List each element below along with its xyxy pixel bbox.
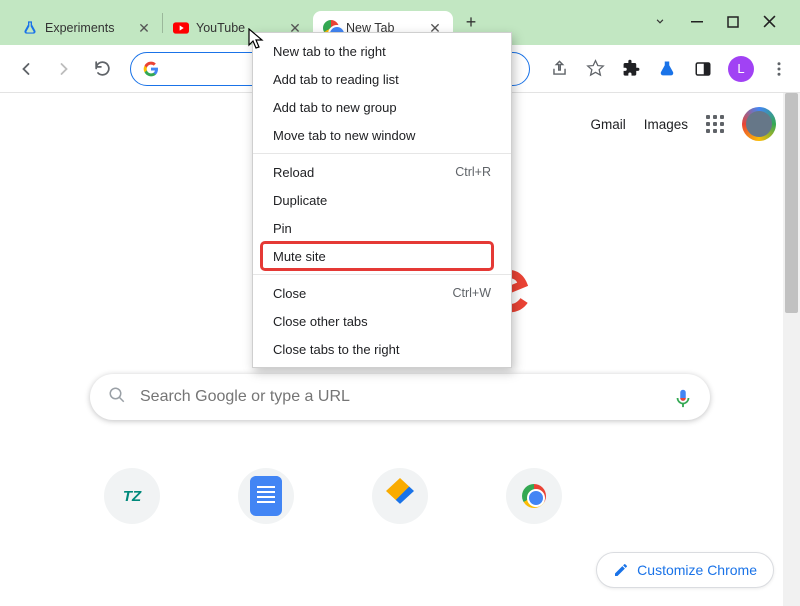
context-menu-item[interactable]: Close other tabs [253, 307, 511, 335]
youtube-icon [173, 20, 189, 36]
toolbar-actions: L [548, 56, 790, 82]
apps-grid-icon[interactable] [706, 115, 724, 133]
context-menu-label: Close other tabs [273, 314, 368, 329]
shortcut-tile[interactable] [238, 468, 294, 524]
profile-avatar[interactable]: L [728, 56, 754, 82]
close-window-icon[interactable] [763, 15, 776, 31]
labs-flask-icon[interactable] [656, 58, 678, 80]
context-menu-item[interactable]: Mute site [253, 242, 511, 270]
images-link[interactable]: Images [644, 117, 688, 132]
context-menu-label: Add tab to new group [273, 100, 397, 115]
context-menu-label: Move tab to new window [273, 128, 415, 143]
files-icon [386, 478, 414, 514]
gmail-link[interactable]: Gmail [590, 117, 625, 132]
context-menu-label: Close tabs to the right [273, 342, 399, 357]
shortcut-tile[interactable] [372, 468, 428, 524]
customize-chrome-button[interactable]: Customize Chrome [596, 552, 774, 588]
context-menu-item[interactable]: Pin [253, 214, 511, 242]
back-button[interactable] [10, 53, 42, 85]
customize-chrome-label: Customize Chrome [637, 562, 757, 578]
context-menu-separator [253, 274, 511, 275]
tab-context-menu: New tab to the right Add tab to reading l… [252, 32, 512, 368]
ntp-shortcuts: TZ [0, 468, 800, 524]
context-menu-item[interactable]: New tab to the right [253, 37, 511, 65]
flask-icon [22, 20, 38, 36]
context-menu-item[interactable]: Duplicate [253, 186, 511, 214]
search-input[interactable] [140, 388, 658, 406]
tz-icon: TZ [123, 488, 141, 505]
account-avatar[interactable] [742, 107, 776, 141]
docs-icon [250, 476, 282, 516]
context-menu-label: New tab to the right [273, 44, 386, 59]
context-menu-item[interactable]: Add tab to reading list [253, 65, 511, 93]
context-menu-item[interactable]: Close Ctrl+W [253, 279, 511, 307]
context-menu-shortcut: Ctrl+W [452, 286, 491, 300]
context-menu-item[interactable]: Move tab to new window [253, 121, 511, 149]
chevron-down-icon[interactable] [653, 14, 667, 31]
shortcut-tile[interactable]: TZ [104, 468, 160, 524]
context-menu-label: Reload [273, 165, 314, 180]
window-controls [653, 0, 794, 45]
search-box[interactable] [90, 374, 710, 420]
context-menu-label: Duplicate [273, 193, 327, 208]
shortcut-tile[interactable] [506, 468, 562, 524]
kebab-menu-icon[interactable] [768, 58, 790, 80]
search-icon [108, 386, 126, 409]
reload-button[interactable] [86, 53, 118, 85]
context-menu-label: Add tab to reading list [273, 72, 399, 87]
context-menu-label: Mute site [273, 249, 326, 264]
context-menu-label: Pin [273, 221, 292, 236]
tab-experiments[interactable]: Experiments ✕ [12, 11, 162, 45]
context-menu-label: Close [273, 286, 306, 301]
maximize-icon[interactable] [727, 15, 739, 31]
context-menu-shortcut: Ctrl+R [455, 165, 491, 179]
sidepanel-icon[interactable] [692, 58, 714, 80]
context-menu-item[interactable]: Reload Ctrl+R [253, 158, 511, 186]
voice-search-icon[interactable] [672, 387, 692, 407]
context-menu-item[interactable]: Close tabs to the right [253, 335, 511, 363]
context-menu-separator [253, 153, 511, 154]
scrollbar-thumb[interactable] [785, 93, 798, 313]
google-g-icon [143, 61, 159, 77]
bookmark-star-icon[interactable] [584, 58, 606, 80]
vertical-scrollbar[interactable] [783, 93, 800, 606]
share-icon[interactable] [548, 58, 570, 80]
chrome-icon [522, 484, 546, 508]
close-icon[interactable]: ✕ [136, 20, 152, 36]
minimize-icon[interactable] [691, 15, 703, 31]
extensions-icon[interactable] [620, 58, 642, 80]
context-menu-item[interactable]: Add tab to new group [253, 93, 511, 121]
tab-label: Experiments [45, 21, 129, 35]
forward-button[interactable] [48, 53, 80, 85]
